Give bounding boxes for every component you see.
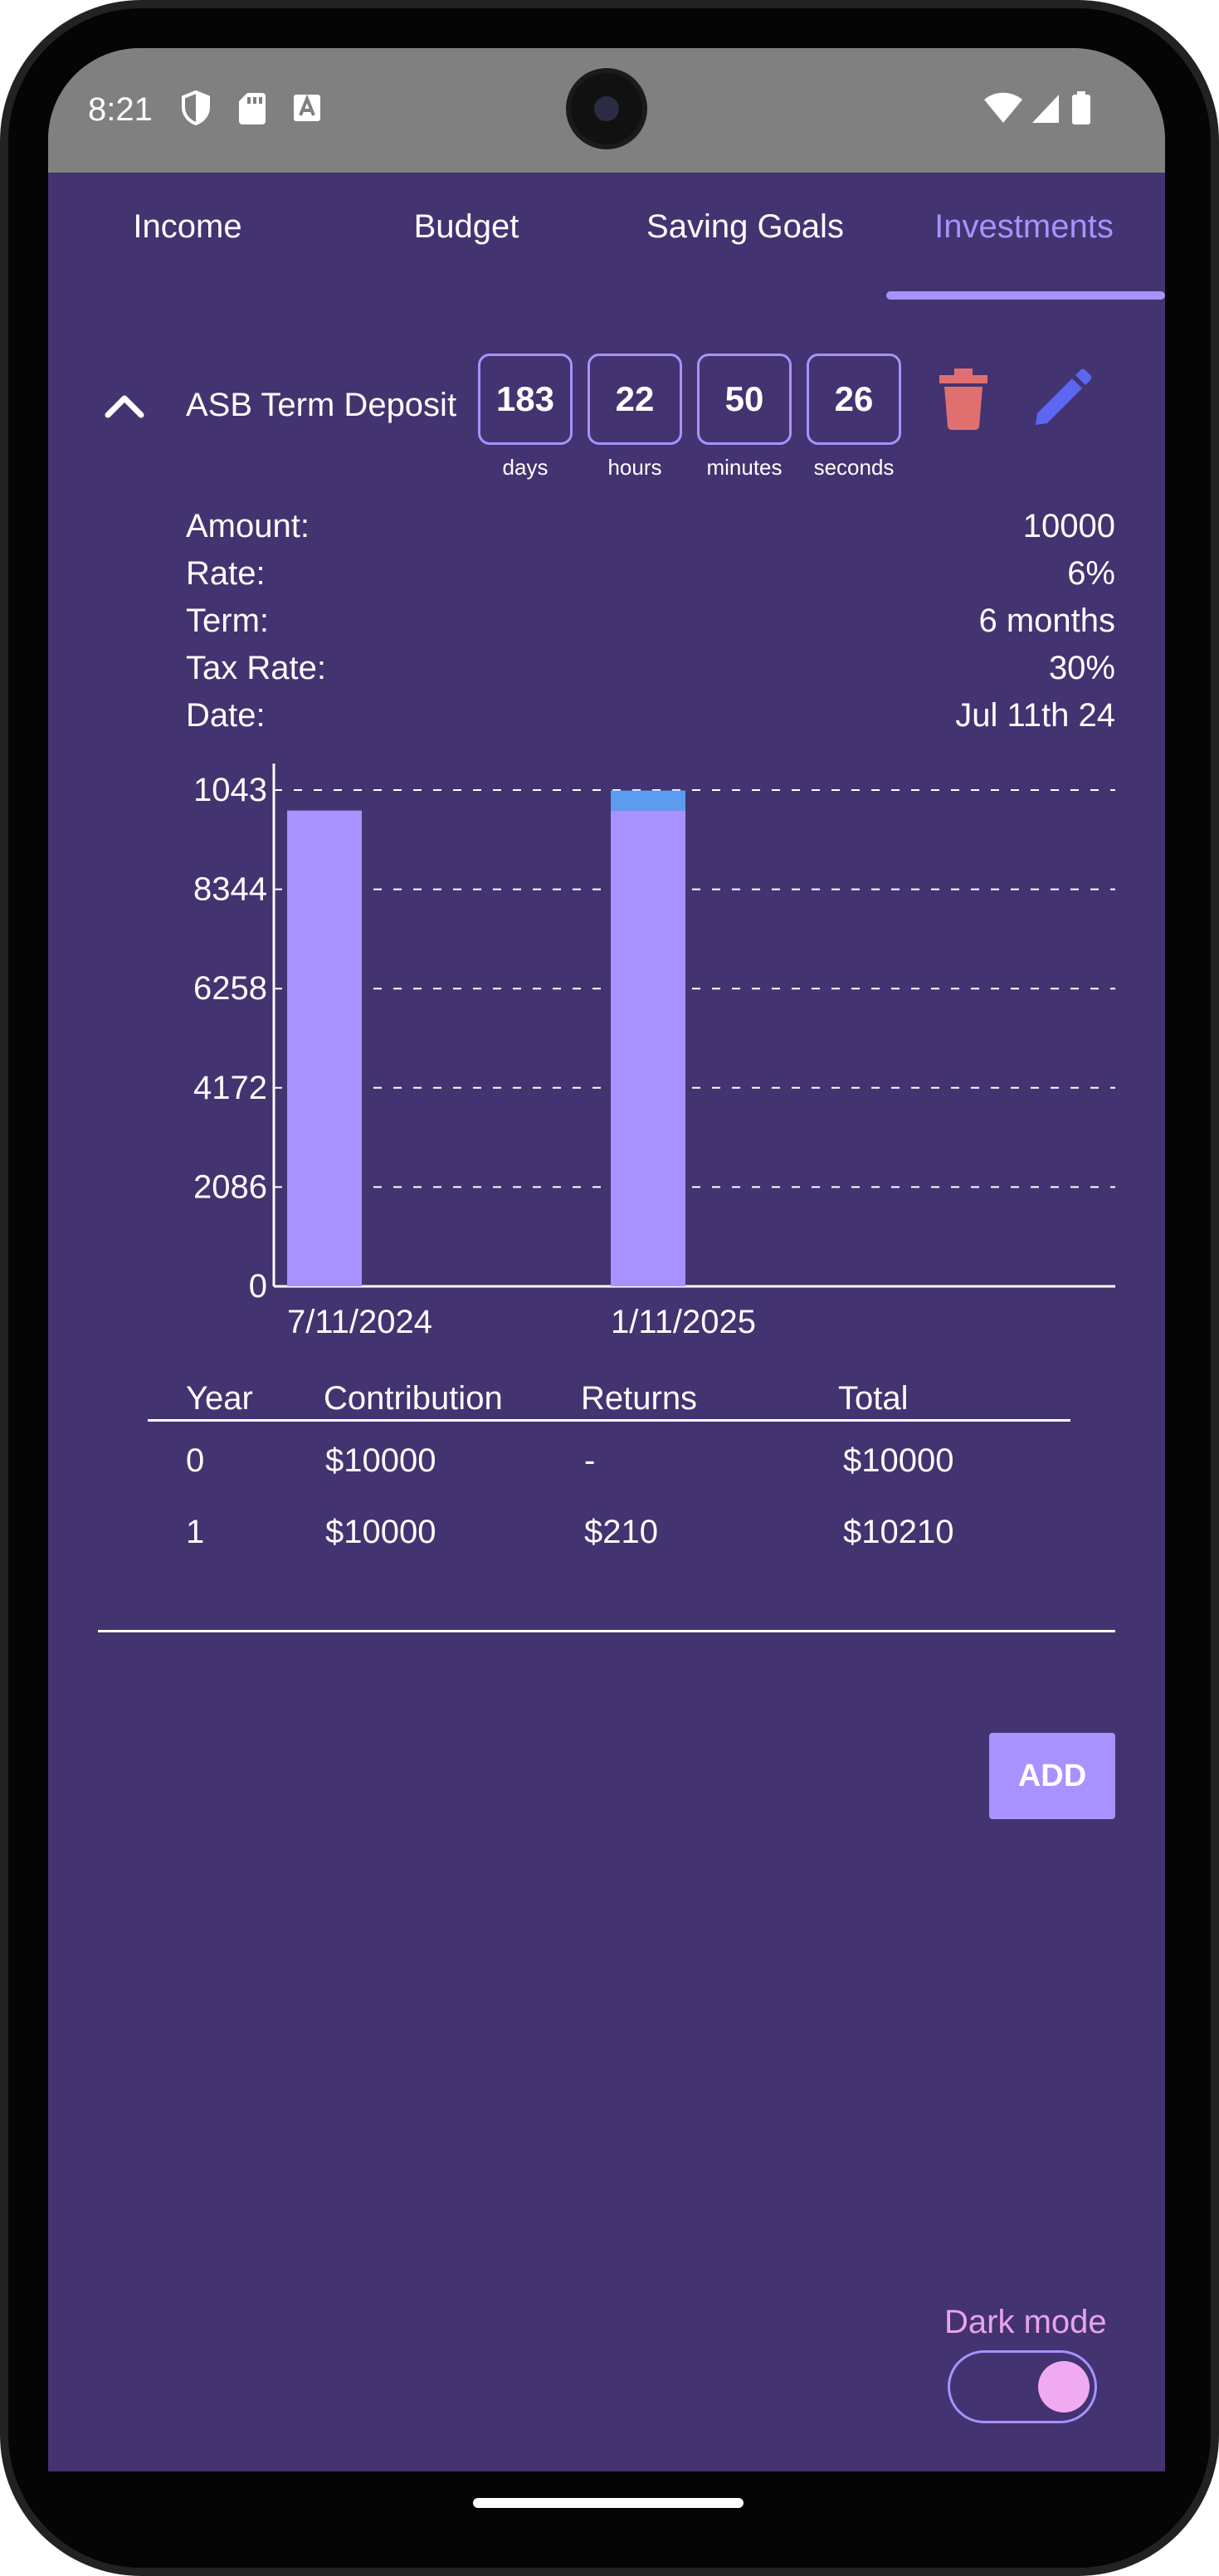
table-cell-total: $10210	[843, 1514, 954, 1550]
table-header-returns: Returns	[581, 1380, 698, 1417]
table-cell-total: $10000	[843, 1442, 954, 1479]
x-tick-label: 7/11/2024	[287, 1304, 432, 1340]
dark-mode-label: Dark mode	[944, 2304, 1107, 2340]
table-cell-year: 1	[186, 1514, 205, 1550]
table-cell-returns: -	[584, 1442, 596, 1479]
x-tick-label: 1/11/2025	[611, 1304, 756, 1340]
section-divider	[98, 1630, 1115, 1632]
table-header-year: Year	[186, 1380, 253, 1417]
y-tick-label: 1043	[193, 772, 267, 808]
y-tick-label: 2086	[193, 1168, 267, 1205]
investment-chart: 0 2086 4172 6258 8344 1043 7/11/2024 1/11/2025	[193, 764, 1115, 1340]
add-investment-button[interactable]: ADD	[989, 1733, 1115, 1819]
toggle-knob	[1038, 2361, 1090, 2413]
phone-frame: 8:21 Income Budget Saving Goals Investme…	[0, 0, 1219, 2576]
dark-mode-toggle[interactable]	[948, 2350, 1097, 2423]
table-cell-year: 0	[186, 1442, 205, 1479]
bar-returns	[611, 790, 685, 811]
gesture-nav-handle[interactable]	[473, 2498, 744, 2508]
table-cell-contribution: $10000	[325, 1442, 436, 1479]
table-header-total: Total	[838, 1380, 909, 1417]
y-tick-label: 0	[249, 1268, 267, 1305]
table-header-contribution: Contribution	[324, 1380, 503, 1417]
bar-contribution	[611, 810, 685, 1286]
table-cell-contribution: $10000	[325, 1514, 436, 1550]
table-header-rule	[148, 1419, 1070, 1422]
y-tick-label: 4172	[193, 1070, 267, 1106]
y-tick-label: 6258	[193, 970, 267, 1007]
bar-contribution	[287, 810, 362, 1286]
table-cell-returns: $210	[584, 1514, 658, 1550]
screen: 8:21 Income Budget Saving Goals Investme…	[48, 48, 1165, 2471]
y-tick-label: 8344	[193, 871, 267, 908]
